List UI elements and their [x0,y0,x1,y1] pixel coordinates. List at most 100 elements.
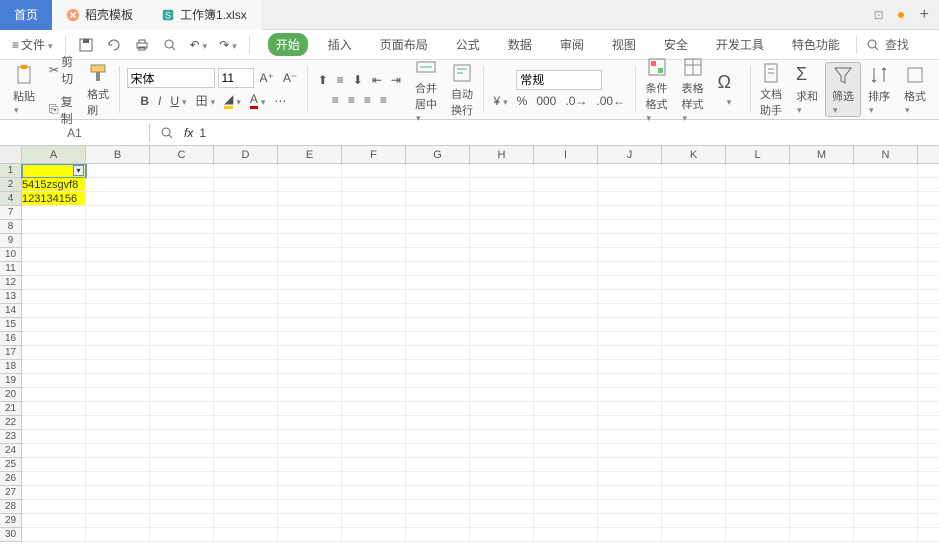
tab-template[interactable]: 稻壳模板 [52,0,147,30]
cell[interactable] [470,178,534,192]
cell[interactable] [790,220,854,234]
cell[interactable] [534,276,598,290]
cell[interactable] [726,444,790,458]
cell[interactable] [406,164,470,178]
cell[interactable] [22,220,86,234]
cell[interactable] [406,206,470,220]
cell[interactable] [598,220,662,234]
row-header[interactable]: 27 [0,486,22,500]
cell[interactable] [854,164,918,178]
comma-button[interactable]: 000 [533,92,559,110]
cell[interactable] [22,402,86,416]
cell[interactable] [470,164,534,178]
cell[interactable] [22,458,86,472]
cell[interactable] [918,290,939,304]
cell[interactable] [726,486,790,500]
cell[interactable] [150,528,214,542]
bold-button[interactable]: B [137,92,152,110]
cell[interactable] [854,248,918,262]
cell[interactable] [278,458,342,472]
cell[interactable] [278,290,342,304]
cell[interactable] [470,290,534,304]
cell[interactable] [214,416,278,430]
cell[interactable] [790,178,854,192]
wrap-text-button[interactable]: 自动换行 [448,60,476,120]
cell[interactable] [854,416,918,430]
col-header-G[interactable]: G [406,146,470,164]
col-header-N[interactable]: N [854,146,918,164]
cell[interactable] [918,234,939,248]
cell[interactable] [342,304,406,318]
col-header-O[interactable]: O [918,146,939,164]
cell[interactable] [598,472,662,486]
cell[interactable] [406,430,470,444]
cell[interactable] [86,192,150,206]
cell[interactable] [278,178,342,192]
cell[interactable] [790,192,854,206]
cell[interactable] [150,332,214,346]
cell[interactable] [598,388,662,402]
menu-start[interactable]: 开始 [268,33,308,56]
cell[interactable] [406,388,470,402]
cell[interactable] [854,472,918,486]
cell[interactable] [406,486,470,500]
cell[interactable] [342,430,406,444]
cell[interactable] [918,164,939,178]
cell[interactable] [790,416,854,430]
cell[interactable] [406,528,470,542]
cell[interactable] [598,192,662,206]
cell[interactable] [278,234,342,248]
cell[interactable] [278,262,342,276]
cell[interactable] [598,262,662,276]
cell[interactable] [214,458,278,472]
cell[interactable] [918,304,939,318]
cell[interactable] [150,430,214,444]
cell[interactable] [790,262,854,276]
cell[interactable] [406,332,470,346]
cell[interactable] [342,248,406,262]
cell[interactable] [534,248,598,262]
cell[interactable] [918,206,939,220]
cell[interactable] [150,346,214,360]
cell[interactable] [662,248,726,262]
redo-button[interactable]: ↷ [215,36,241,54]
row-header[interactable]: 19 [0,374,22,388]
cell[interactable] [534,318,598,332]
row-header[interactable]: 11 [0,262,22,276]
cell[interactable] [598,206,662,220]
cell[interactable] [342,472,406,486]
cell[interactable] [726,220,790,234]
cell[interactable] [726,402,790,416]
cell[interactable] [918,388,939,402]
cell[interactable] [854,388,918,402]
col-header-L[interactable]: L [726,146,790,164]
cell[interactable] [470,458,534,472]
cell[interactable] [214,192,278,206]
cell[interactable] [662,528,726,542]
cell[interactable]: ▾ [22,164,86,178]
cell[interactable] [86,486,150,500]
cell[interactable] [854,304,918,318]
cell[interactable] [598,318,662,332]
cell[interactable] [22,416,86,430]
row-header[interactable]: 8 [0,220,22,234]
cell[interactable] [278,430,342,444]
cell[interactable] [534,388,598,402]
cell[interactable] [854,178,918,192]
cell[interactable] [150,374,214,388]
cell[interactable] [214,262,278,276]
cell[interactable] [86,318,150,332]
cell[interactable] [470,206,534,220]
cell[interactable] [790,528,854,542]
cell[interactable] [86,388,150,402]
row-header[interactable]: 16 [0,332,22,346]
cell[interactable] [662,416,726,430]
cell[interactable] [534,500,598,514]
cell[interactable] [22,248,86,262]
cell[interactable] [470,444,534,458]
cell[interactable] [470,332,534,346]
cell[interactable] [342,374,406,388]
cell[interactable] [406,248,470,262]
row-header[interactable]: 7 [0,206,22,220]
cell[interactable] [214,500,278,514]
